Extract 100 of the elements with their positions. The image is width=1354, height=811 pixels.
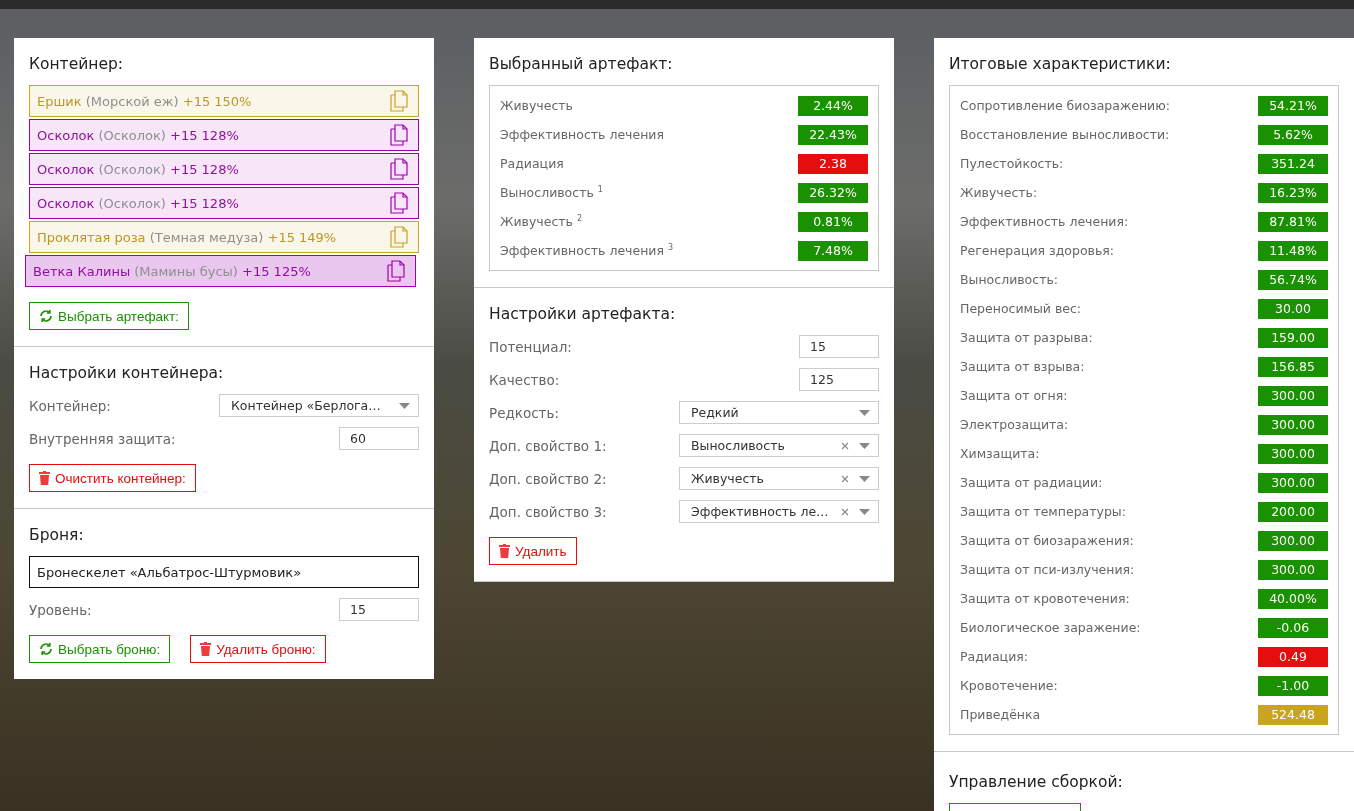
stat-value: 2.38 xyxy=(798,153,868,174)
section-title: Выбранный артефакт: xyxy=(489,55,674,73)
stat-name: Живучесть: xyxy=(960,185,1038,200)
stat-value: 300.00 xyxy=(1258,530,1328,551)
stat-name: Защита от биозаражения: xyxy=(960,533,1134,548)
stat-value: 16.23% xyxy=(1258,182,1328,203)
section-title: Итоговые характеристики: xyxy=(949,55,1172,73)
caret-icon xyxy=(859,508,870,515)
delete-button[interactable]: Удалить броню: xyxy=(190,635,326,663)
select-button[interactable]: Выбрать броню: xyxy=(29,635,171,663)
stat-value: -0.06 xyxy=(1258,617,1328,638)
stat-name: Защита от разрыва: xyxy=(960,330,1093,345)
copy-icon xyxy=(390,158,408,180)
stat-name: Эффективность лечения xyxy=(500,127,664,142)
stat-value: 40.00% xyxy=(1258,588,1328,609)
armor-name-field[interactable]: Бронескелет «Альбатрос-Штурмовик» xyxy=(29,556,419,588)
stat-name: Эффективность лечения $^{3}$ xyxy=(500,242,674,259)
field-label: Потенциал: xyxy=(489,338,572,355)
stat-name: Защита от пси-излучения: xyxy=(960,562,1135,577)
dropdown[interactable]: Эффективность ле… xyxy=(679,500,879,523)
field-label: Качество: xyxy=(489,371,560,388)
stat-value: 22.43% xyxy=(798,124,868,145)
stat-name: Защита от температуры: xyxy=(960,504,1126,519)
caret-icon xyxy=(859,442,870,449)
stat-name: Регенерация здоровья: xyxy=(960,243,1115,258)
stat-name: Живучесть xyxy=(500,98,573,113)
copy-icon xyxy=(390,226,408,248)
stat-name: Приведёнка xyxy=(960,707,1041,722)
select-button[interactable]: Выбрать артефакт: xyxy=(29,302,189,330)
stat-value: 26.32% xyxy=(798,182,868,203)
stat-value: 159.00 xyxy=(1258,327,1328,348)
field-label: Доп. свойство 3: xyxy=(489,503,607,520)
trash-icon xyxy=(200,642,212,656)
field-label: Контейнер: xyxy=(29,397,111,414)
field-label: Внутренняя защита: xyxy=(29,430,176,447)
stat-value: 351.24 xyxy=(1258,153,1328,174)
stat-value: 11.48% xyxy=(1258,240,1328,261)
artifact-item[interactable]: Ветка Калины (Мамины бусы) +15 125% xyxy=(25,255,416,287)
stat-value: 56.74% xyxy=(1258,269,1328,290)
stat-value: 54.21% xyxy=(1258,95,1328,116)
artifact-item[interactable]: Осколок (Осколок) +15 128% xyxy=(29,187,419,219)
stat-name: Живучесть $^{2}$ xyxy=(500,213,583,230)
stat-value: 200.00 xyxy=(1258,501,1328,522)
stat-value: 300.00 xyxy=(1258,472,1328,493)
section-title: Контейнер: xyxy=(29,55,124,73)
input-field[interactable]: 15 xyxy=(799,335,879,358)
stat-value: 5.62% xyxy=(1258,124,1328,145)
stat-value: -1.00 xyxy=(1258,675,1328,696)
delete-button[interactable]: Очистить контейнер: xyxy=(29,464,196,492)
stat-name: Радиация xyxy=(500,156,564,171)
field-label: Уровень: xyxy=(29,601,92,618)
caret-icon xyxy=(859,409,870,416)
caret-icon xyxy=(399,402,410,409)
stat-name: Защита от огня: xyxy=(960,388,1068,403)
stat-name: Выносливость: xyxy=(960,272,1058,287)
stat-value: 0.81% xyxy=(798,211,868,232)
stat-value: 87.81% xyxy=(1258,211,1328,232)
delete-button[interactable]: Удалить xyxy=(489,537,577,565)
stat-name: Радиация: xyxy=(960,649,1028,664)
copy-icon xyxy=(390,90,408,112)
stat-name: Сопротивление биозаражению: xyxy=(960,98,1170,113)
stat-name: Пулестойкость: xyxy=(960,156,1064,171)
trash-icon xyxy=(39,471,50,485)
input-field[interactable]: 125 xyxy=(799,368,879,391)
clear-icon xyxy=(841,441,849,450)
stat-name: Химзащита: xyxy=(960,446,1040,461)
stat-name: Восстановление выносливости: xyxy=(960,127,1170,142)
dropdown[interactable]: Выносливость xyxy=(679,434,879,457)
stat-value: 2.44% xyxy=(798,95,868,116)
stat-value: 300.00 xyxy=(1258,443,1328,464)
section-title: Настройки артефакта: xyxy=(489,305,677,323)
input-field[interactable]: 15 xyxy=(339,598,419,621)
refresh-icon xyxy=(39,642,53,656)
section-title: Настройки контейнера: xyxy=(29,364,225,382)
section-title: Броня: xyxy=(29,526,85,544)
input-field[interactable]: 60 xyxy=(339,427,419,450)
clear-icon xyxy=(841,474,849,483)
artifact-item[interactable]: Осколок (Осколок) +15 128% xyxy=(29,119,419,151)
field-label: Редкость: xyxy=(489,404,559,421)
stat-name: Переносимый вес: xyxy=(960,301,1082,316)
stat-value: 156.85 xyxy=(1258,356,1328,377)
stat-name: Защита от взрыва: xyxy=(960,359,1085,374)
caret-icon xyxy=(859,475,870,482)
field-label: Доп. свойство 1: xyxy=(489,437,607,454)
dropdown[interactable]: Живучесть xyxy=(679,467,879,490)
copy-icon xyxy=(390,192,408,214)
stat-value: 30.00 xyxy=(1258,298,1328,319)
stat-name: Кровотечение: xyxy=(960,678,1058,693)
copy-icon xyxy=(390,124,408,146)
stat-value: 300.00 xyxy=(1258,414,1328,435)
stat-value: 0.49 xyxy=(1258,646,1328,667)
stat-name: Электрозащита: xyxy=(960,417,1069,432)
trash-icon xyxy=(499,544,510,558)
dropdown[interactable]: Контейнер «Берлога… xyxy=(219,394,419,417)
stat-name: Защита от кровотечения: xyxy=(960,591,1130,606)
dropdown[interactable]: Редкий xyxy=(679,401,879,424)
stat-name: Защита от радиации: xyxy=(960,475,1103,490)
artifact-item[interactable]: Осколок (Осколок) +15 128% xyxy=(29,153,419,185)
stat-name: Эффективность лечения: xyxy=(960,214,1129,229)
section-title: Управление сборкой: xyxy=(949,773,1124,791)
